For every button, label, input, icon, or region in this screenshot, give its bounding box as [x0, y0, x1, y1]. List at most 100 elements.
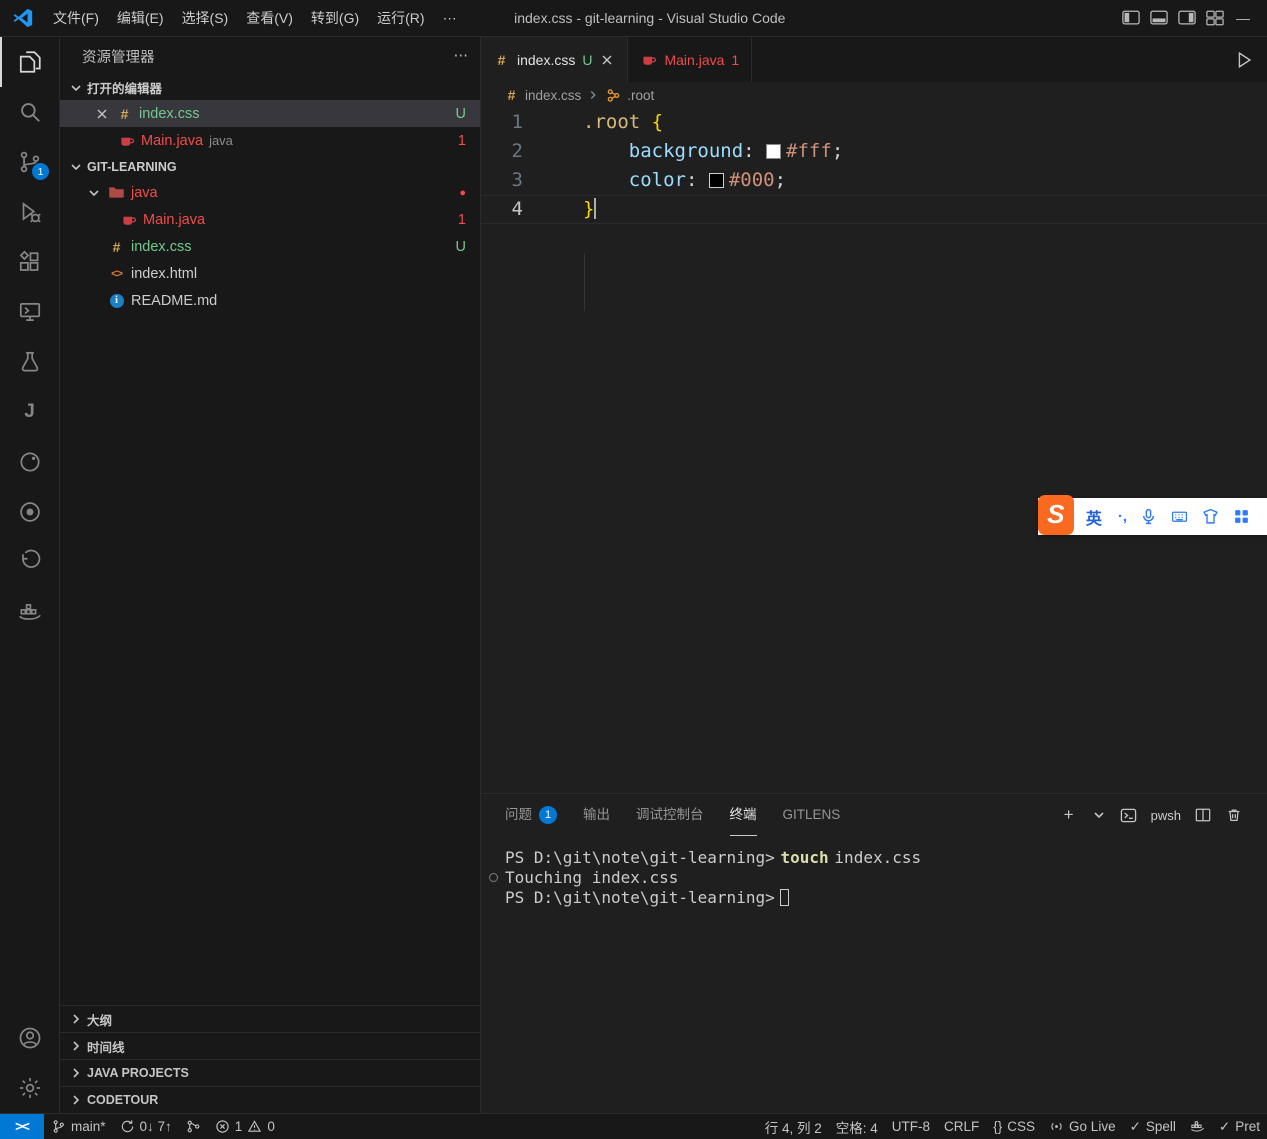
tree-file-index-css[interactable]: # index.css U: [60, 233, 480, 260]
menu-file[interactable]: 文件(F): [44, 3, 108, 33]
css-file-icon: #: [503, 87, 520, 104]
open-editor-index-css[interactable]: # index.css U: [60, 100, 480, 127]
spell-checker-item[interactable]: ✓ Spell: [1123, 1114, 1183, 1139]
terminal-output[interactable]: PS D:\git\note\git-learning>touchindex.c…: [481, 836, 1267, 1113]
panel-tab-debug-console[interactable]: 调试控制台: [636, 794, 704, 836]
problems-item[interactable]: 1 0: [208, 1114, 282, 1139]
activity-docker-extension[interactable]: [0, 587, 59, 637]
prettier-item[interactable]: ✓ Pret: [1212, 1114, 1267, 1139]
go-live-item[interactable]: Go Live: [1042, 1114, 1123, 1139]
eol-item[interactable]: CRLF: [937, 1114, 986, 1139]
activity-testing[interactable]: [0, 337, 59, 387]
ime-skin-icon[interactable]: [1202, 508, 1219, 525]
activity-settings[interactable]: [0, 1063, 59, 1113]
ime-language-mode[interactable]: 英: [1086, 505, 1102, 529]
new-terminal-icon[interactable]: +: [1060, 806, 1078, 824]
tree-file-readme[interactable]: i README.md: [60, 287, 480, 314]
check-icon: ✓: [1219, 1119, 1230, 1135]
activity-circle-extension[interactable]: [0, 437, 59, 487]
pwsh-icon: [1120, 806, 1138, 824]
sogou-logo-icon[interactable]: S: [1038, 495, 1074, 535]
ime-punctuation-icon[interactable]: ·,: [1118, 508, 1127, 525]
shell-name[interactable]: pwsh: [1151, 808, 1181, 823]
section-timeline[interactable]: 时间线: [60, 1032, 480, 1059]
tree-item-label: README.md: [131, 293, 217, 309]
docker-icon: [17, 599, 43, 625]
color-swatch-white[interactable]: [766, 144, 781, 159]
toggle-sidebar-right-icon[interactable]: [1177, 8, 1197, 28]
terminal-dropdown-icon[interactable]: [1091, 807, 1107, 823]
section-java-projects[interactable]: JAVA PROJECTS: [60, 1059, 480, 1086]
run-file-icon[interactable]: [1233, 49, 1255, 71]
activity-extensions[interactable]: [0, 237, 59, 287]
activity-run-debug[interactable]: [0, 187, 59, 237]
activity-remote-explorer[interactable]: [0, 287, 59, 337]
terminal-command: touch: [780, 848, 828, 867]
menu-more-icon[interactable]: ⋯: [434, 5, 466, 32]
menu-run[interactable]: 运行(R): [368, 3, 433, 33]
panel-tab-gitlens[interactable]: GITLENS: [783, 794, 841, 836]
panel-tab-label: 调试控制台: [636, 794, 704, 836]
command-decoration-icon[interactable]: [489, 873, 498, 882]
close-icon[interactable]: [599, 52, 615, 68]
menu-go[interactable]: 转到(G): [302, 3, 368, 33]
code-line-3: 3 color: #000;: [481, 166, 1267, 195]
encoding-item[interactable]: UTF-8: [885, 1114, 937, 1139]
code-editor[interactable]: 1 .root { 2 background: #fff; 3 color: #…: [481, 108, 1267, 793]
panel-tab-problems[interactable]: 问题 1: [505, 794, 557, 836]
tree-folder-java[interactable]: java ●: [60, 179, 480, 206]
git-sync-item[interactable]: 0↓ 7↑: [113, 1114, 179, 1139]
indentation-item[interactable]: 空格: 4: [829, 1114, 885, 1139]
panel-tab-terminal[interactable]: 终端: [730, 794, 757, 836]
menu-bar: 文件(F) 编辑(E) 选择(S) 查看(V) 转到(G) 运行(R) ⋯: [44, 3, 466, 33]
section-codetour[interactable]: CODETOUR: [60, 1086, 480, 1113]
remote-indicator[interactable]: ><: [0, 1114, 44, 1139]
explorer-sidebar: 资源管理器 ⋯ 打开的编辑器 # index.css U Main.java j…: [60, 37, 481, 1113]
breadcrumb-file[interactable]: index.css: [525, 88, 581, 103]
git-branch-item[interactable]: main*: [44, 1114, 113, 1139]
tab-index-css[interactable]: # index.css U: [481, 37, 628, 82]
split-terminal-icon[interactable]: [1194, 806, 1212, 824]
language-mode-item[interactable]: {} CSS: [986, 1114, 1042, 1139]
tree-item-label: index.html: [131, 266, 197, 282]
activity-history-extension[interactable]: [0, 537, 59, 587]
section-outline[interactable]: 大纲: [60, 1005, 480, 1032]
gear-icon: [17, 1075, 43, 1101]
activity-source-control[interactable]: 1: [0, 137, 59, 187]
color-swatch-black[interactable]: [709, 173, 724, 188]
more-actions-icon[interactable]: ⋯: [454, 48, 469, 64]
customize-layout-icon[interactable]: [1205, 8, 1225, 28]
kill-terminal-icon[interactable]: [1225, 806, 1243, 824]
terminal-line: PS D:\git\note\git-learning>: [505, 888, 1267, 908]
breadcrumb-symbol[interactable]: .root: [627, 88, 654, 103]
tree-file-index-html[interactable]: <> index.html: [60, 260, 480, 287]
activity-java-extension[interactable]: J: [0, 387, 59, 437]
problems-count-badge: 1: [458, 212, 466, 228]
terminal-cursor: [780, 889, 789, 906]
menu-view[interactable]: 查看(V): [237, 3, 302, 33]
open-editor-main-java[interactable]: Main.java java 1: [60, 127, 480, 154]
panel-tab-output[interactable]: 输出: [583, 794, 610, 836]
tab-main-java[interactable]: Main.java 1: [628, 37, 752, 82]
ime-keyboard-icon[interactable]: [1171, 508, 1188, 525]
tree-file-main-java[interactable]: Main.java 1: [60, 206, 480, 233]
ime-mic-icon[interactable]: [1140, 508, 1157, 525]
cursor-position-item[interactable]: 行 4, 列 2: [758, 1114, 829, 1139]
workspace-header[interactable]: GIT-LEARNING: [60, 154, 480, 179]
git-graph-item[interactable]: [179, 1114, 208, 1139]
activity-account[interactable]: [0, 1013, 59, 1063]
activity-search[interactable]: [0, 87, 59, 137]
activity-explorer[interactable]: [0, 37, 59, 87]
toggle-panel-icon[interactable]: [1149, 8, 1169, 28]
minimize-icon[interactable]: —: [1233, 8, 1253, 28]
activity-record-extension[interactable]: [0, 487, 59, 537]
menu-edit[interactable]: 编辑(E): [108, 3, 173, 33]
java-j-icon: J: [24, 401, 35, 423]
docker-status-item[interactable]: [1183, 1114, 1212, 1139]
menu-selection[interactable]: 选择(S): [173, 3, 238, 33]
title-bar: 文件(F) 编辑(E) 选择(S) 查看(V) 转到(G) 运行(R) ⋯ in…: [0, 0, 1267, 37]
open-editors-header[interactable]: 打开的编辑器: [60, 75, 480, 100]
close-icon[interactable]: [94, 106, 110, 122]
ime-toolbox-icon[interactable]: [1233, 508, 1250, 525]
toggle-sidebar-left-icon[interactable]: [1121, 8, 1141, 28]
